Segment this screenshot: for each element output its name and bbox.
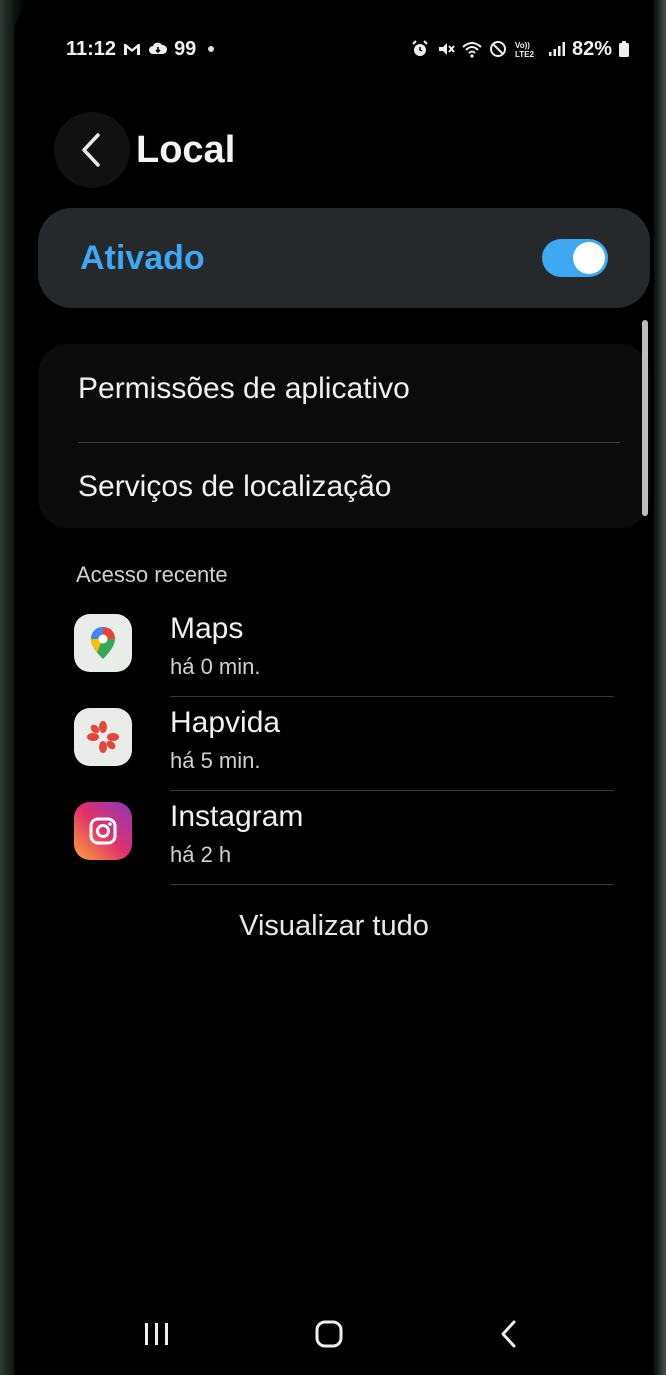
signal-icon xyxy=(546,39,566,59)
status-bar: 11:12 99 Vo)) LTE2 82% xyxy=(66,34,630,64)
svg-text:Vo)): Vo)) xyxy=(515,41,530,50)
mute-icon xyxy=(436,39,456,59)
recent-app-row[interactable]: Maps há 0 min. xyxy=(74,612,614,708)
section-title-recent-access: Acesso recente xyxy=(76,562,228,587)
wifi-icon xyxy=(462,39,482,59)
clock: 11:12 xyxy=(66,37,117,60)
instagram-icon xyxy=(74,802,132,860)
screen: 11:12 99 Vo)) LTE2 82% Local Ativado Per… xyxy=(14,0,654,1375)
volte-icon: Vo)) LTE2 xyxy=(514,39,540,59)
app-name: Instagram xyxy=(170,800,304,833)
app-name: Maps xyxy=(170,612,244,645)
notification-count: 99 xyxy=(174,37,197,60)
svg-text:LTE2: LTE2 xyxy=(515,50,535,59)
view-all-button[interactable]: Visualizar tudo xyxy=(14,910,654,943)
nav-back-button[interactable] xyxy=(484,1314,534,1354)
alarm-icon xyxy=(410,39,430,59)
location-switch[interactable] xyxy=(542,239,608,277)
location-toggle-label: Ativado xyxy=(80,238,205,277)
app-header: Local xyxy=(54,108,634,192)
page-title: Local xyxy=(136,128,236,171)
battery-icon xyxy=(618,39,630,59)
divider xyxy=(170,790,614,791)
menu-item-location-services[interactable]: Serviços de localização xyxy=(78,470,392,504)
app-name: Hapvida xyxy=(170,706,281,739)
back-button[interactable] xyxy=(54,112,130,188)
divider xyxy=(170,696,614,697)
back-icon xyxy=(501,1320,516,1348)
recent-app-row[interactable]: Instagram há 2 h xyxy=(74,800,614,896)
hapvida-icon xyxy=(74,708,132,766)
switch-knob xyxy=(573,242,605,274)
app-access-time: há 5 min. xyxy=(170,748,261,773)
recent-apps-icon xyxy=(145,1323,168,1345)
scrollbar[interactable] xyxy=(642,320,648,516)
home-icon xyxy=(315,1320,343,1348)
notification-dot-icon xyxy=(208,46,215,52)
battery-percent: 82% xyxy=(571,37,612,60)
divider xyxy=(78,442,620,443)
recent-apps-button[interactable] xyxy=(132,1314,182,1354)
recent-app-row[interactable]: Hapvida há 5 min. xyxy=(74,706,614,802)
location-menu: Permissões de aplicativo Serviços de loc… xyxy=(38,344,650,528)
navigation-bar xyxy=(14,1300,654,1370)
chevron-left-icon xyxy=(82,133,100,167)
location-toggle-card[interactable]: Ativado xyxy=(38,208,650,308)
do-not-disturb-icon xyxy=(488,39,508,59)
gmail-icon xyxy=(122,39,142,59)
menu-item-app-permissions[interactable]: Permissões de aplicativo xyxy=(78,372,410,406)
app-access-time: há 0 min. xyxy=(170,654,261,679)
google-maps-icon xyxy=(74,614,132,672)
cloud-icon xyxy=(148,39,168,59)
app-access-time: há 2 h xyxy=(170,842,232,867)
divider xyxy=(170,884,614,885)
phone-frame: 11:12 99 Vo)) LTE2 82% Local Ativado Per… xyxy=(0,0,666,1375)
home-button[interactable] xyxy=(304,1314,354,1354)
